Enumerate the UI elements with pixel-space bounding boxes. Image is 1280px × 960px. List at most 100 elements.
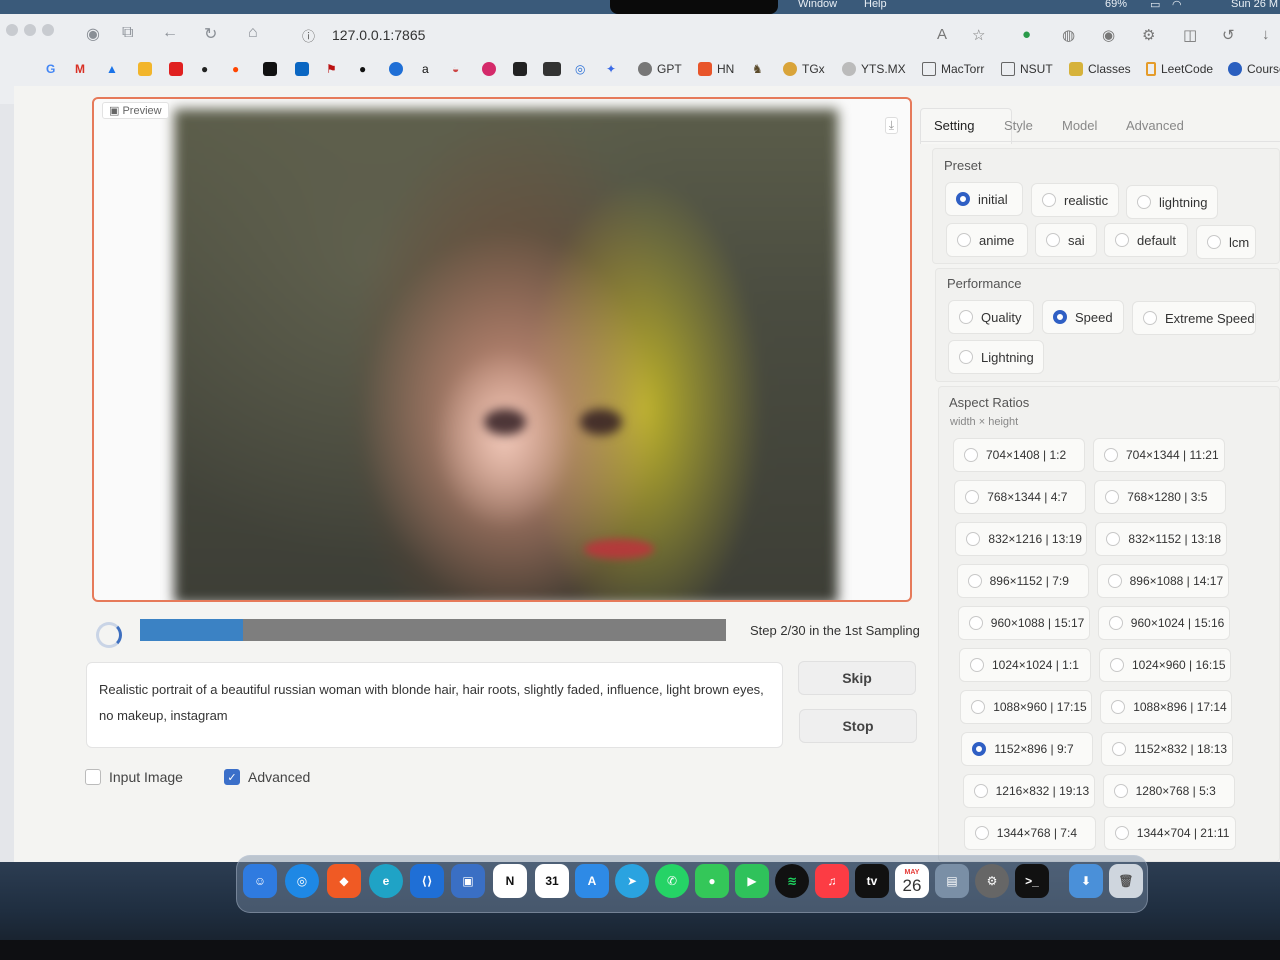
- zoom-window-button[interactable]: [42, 24, 54, 36]
- battery-icon[interactable]: ▭: [1150, 0, 1160, 11]
- bookmark-pink-icon[interactable]: ◒: [452, 62, 459, 76]
- aspect-ratios-option[interactable]: 1152×832 | 18:13: [1101, 732, 1234, 766]
- messages-icon[interactable]: ●: [695, 864, 729, 898]
- finder-icon[interactable]: ☺: [243, 864, 277, 898]
- bookmark-apple-icon[interactable]: ●: [359, 62, 366, 76]
- preset-option[interactable]: default: [1104, 223, 1188, 257]
- split-screen-icon[interactable]: ◫: [1183, 26, 1197, 44]
- edge-icon[interactable]: e: [369, 864, 403, 898]
- preset-option[interactable]: realistic: [1031, 183, 1119, 217]
- extension-2-icon[interactable]: ◍: [1062, 26, 1075, 44]
- aspect-ratios-option[interactable]: 896×1152 | 7:9: [956, 564, 1089, 598]
- radio-button[interactable]: [968, 616, 983, 630]
- bookmark-globe-icon[interactable]: [389, 62, 403, 76]
- performance-option[interactable]: Extreme Speed: [1132, 301, 1256, 335]
- telegram-icon[interactable]: ➤: [615, 864, 649, 898]
- bookmark-gemini-icon[interactable]: ✦: [606, 62, 616, 76]
- menu-window[interactable]: Window: [798, 0, 837, 10]
- radio-button[interactable]: [1114, 826, 1129, 840]
- bookmark-gpt[interactable]: GPT: [638, 62, 682, 76]
- menubar-clock[interactable]: Sun 26 M: [1231, 0, 1278, 10]
- radio-button[interactable]: [971, 700, 986, 714]
- profile-icon[interactable]: ◉: [86, 24, 100, 44]
- radio-button[interactable]: [1143, 311, 1157, 325]
- radio-button[interactable]: [957, 233, 971, 247]
- aspect-ratios-option[interactable]: 1344×704 | 21:11: [1103, 816, 1236, 850]
- preset-option[interactable]: initial: [945, 182, 1023, 216]
- favorite-star-icon[interactable]: ☆: [972, 26, 985, 44]
- performance-option[interactable]: Lightning: [948, 340, 1044, 374]
- wifi-icon[interactable]: ◠: [1172, 0, 1182, 11]
- reload-icon[interactable]: ↻: [204, 24, 217, 44]
- prompt-textarea[interactable]: Realistic portrait of a beautiful russia…: [86, 662, 783, 748]
- radio-button[interactable]: [972, 742, 987, 756]
- bookmark-amazon-icon[interactable]: a: [422, 62, 429, 76]
- back-icon[interactable]: ←: [162, 24, 178, 42]
- radio-button[interactable]: [1107, 574, 1122, 588]
- radio-button[interactable]: [1113, 784, 1128, 798]
- bookmark-linkedin-icon[interactable]: [295, 62, 309, 76]
- finder-window-icon[interactable]: ▣: [451, 864, 485, 898]
- bookmark-flag-icon[interactable]: ⚑: [326, 62, 337, 76]
- aspect-ratios-option[interactable]: 704×1408 | 1:2: [953, 438, 1085, 472]
- radio-button[interactable]: [1108, 616, 1123, 630]
- bookmark-dark-app-icon[interactable]: [513, 62, 527, 76]
- aspect-ratios-option[interactable]: 832×1152 | 13:18: [1095, 522, 1228, 556]
- site-info-icon[interactable]: ⓘ: [302, 26, 315, 45]
- aspect-ratios-option[interactable]: 960×1088 | 15:17: [957, 606, 1090, 640]
- bookmark-youtube-icon[interactable]: [169, 62, 183, 76]
- bookmark-leetcode[interactable]: LeetCode: [1146, 62, 1213, 76]
- bookmark-classes[interactable]: Classes: [1069, 62, 1131, 76]
- read-aloud-icon[interactable]: A: [937, 26, 947, 43]
- apple-tv-icon[interactable]: tv: [855, 864, 889, 898]
- advanced-checkbox[interactable]: ✓: [224, 769, 240, 785]
- whatsapp-icon[interactable]: ✆: [655, 864, 689, 898]
- bookmark-signal-icon[interactable]: ◎: [575, 62, 585, 76]
- radio-button[interactable]: [967, 574, 982, 588]
- notion-calendar-icon[interactable]: 31: [535, 864, 569, 898]
- bookmark-tgx[interactable]: TGx: [783, 62, 825, 76]
- input-image-checkbox[interactable]: [85, 769, 101, 785]
- performance-option[interactable]: Quality: [948, 300, 1034, 334]
- downloads-folder-icon[interactable]: ⬇: [1069, 864, 1103, 898]
- tab-setting[interactable]: Setting: [934, 118, 974, 133]
- bookmark-x-icon[interactable]: [263, 62, 277, 76]
- aspect-ratios-option[interactable]: 1344×768 | 7:4: [963, 816, 1096, 850]
- radio-button[interactable]: [959, 350, 973, 364]
- aspect-ratios-option[interactable]: 1280×768 | 5:3: [1102, 774, 1235, 808]
- radio-button[interactable]: [956, 192, 970, 206]
- calendar-icon[interactable]: MAY 26: [895, 864, 929, 898]
- tab-style[interactable]: Style: [1004, 118, 1033, 133]
- radio-button[interactable]: [959, 310, 973, 324]
- radio-button[interactable]: [1112, 742, 1127, 756]
- aspect-ratios-option[interactable]: 1088×896 | 17:14: [1100, 690, 1233, 724]
- close-window-button[interactable]: [6, 24, 18, 36]
- radio-button[interactable]: [1115, 233, 1129, 247]
- radio-button[interactable]: [1104, 448, 1118, 462]
- preset-option[interactable]: lightning: [1126, 185, 1218, 219]
- radio-button[interactable]: [1111, 700, 1126, 714]
- bookmark-courses[interactable]: Courses: [1228, 62, 1280, 76]
- radio-button[interactable]: [1042, 193, 1056, 207]
- stop-button[interactable]: Stop: [799, 709, 917, 743]
- aspect-ratios-option[interactable]: 1216×832 | 19:13: [962, 774, 1095, 808]
- bookmark-drive-icon[interactable]: ▲: [106, 62, 118, 76]
- radio-button[interactable]: [966, 532, 981, 546]
- preset-option[interactable]: anime: [946, 223, 1028, 257]
- notion-icon[interactable]: N: [493, 864, 527, 898]
- menu-help[interactable]: Help: [864, 0, 887, 10]
- radio-button[interactable]: [1110, 658, 1124, 672]
- safari-icon[interactable]: ◎: [285, 864, 319, 898]
- address-bar[interactable]: ⓘ 127.0.0.1:7865: [288, 22, 908, 48]
- radio-button[interactable]: [1106, 532, 1121, 546]
- bookmark-red-app-icon[interactable]: [482, 62, 496, 76]
- bookmark-gmail-icon[interactable]: M: [75, 62, 85, 76]
- radio-button[interactable]: [1105, 490, 1120, 504]
- radio-button[interactable]: [970, 658, 984, 672]
- radio-button[interactable]: [1053, 310, 1067, 324]
- brave-icon[interactable]: ◆: [327, 864, 361, 898]
- performance-option[interactable]: Speed: [1042, 300, 1124, 334]
- radio-button[interactable]: [1207, 235, 1221, 249]
- bookmark-animal-icon[interactable]: ♞: [752, 62, 763, 76]
- download-icon[interactable]: ⤓: [884, 117, 898, 134]
